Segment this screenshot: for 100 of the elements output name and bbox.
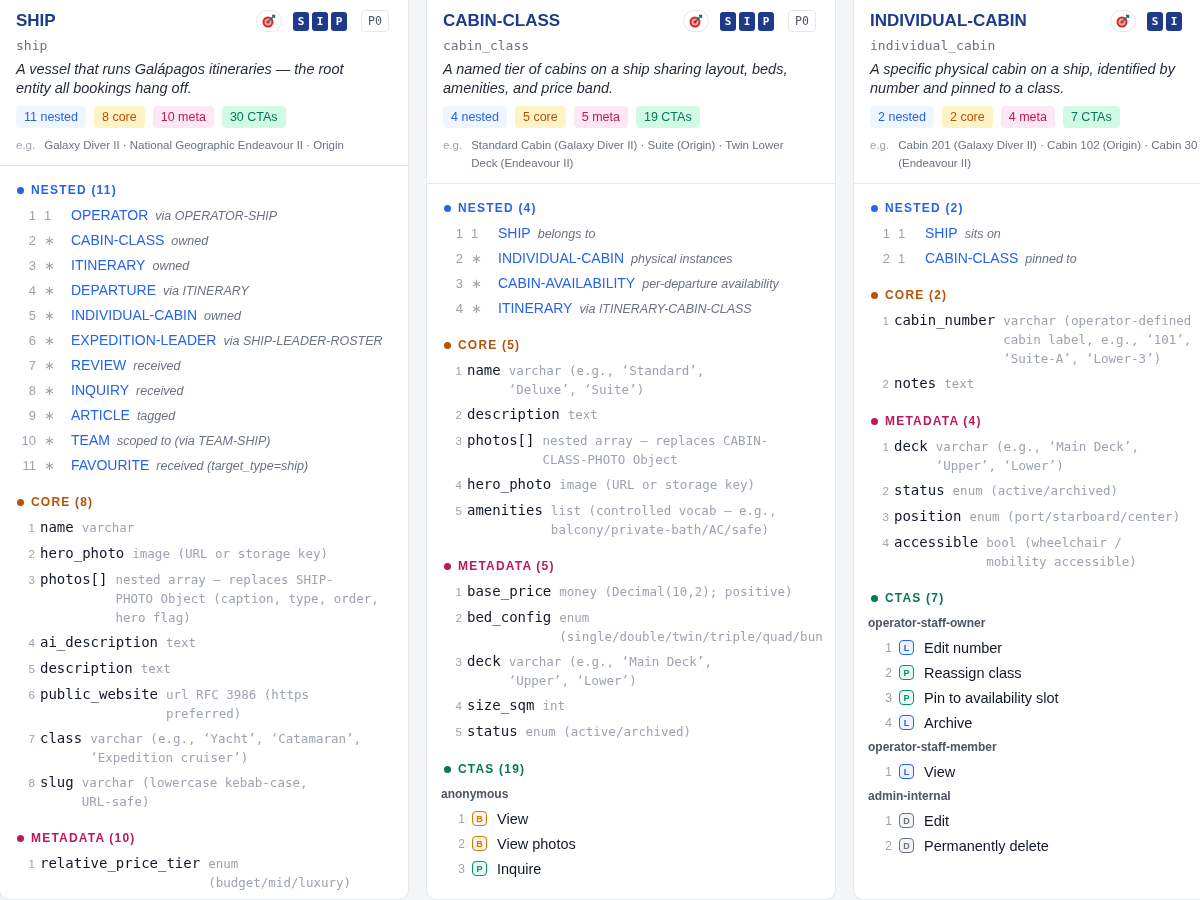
relation-text: owned bbox=[152, 258, 190, 275]
row-number: 5 bbox=[27, 662, 35, 677]
cta-badge: P bbox=[472, 861, 487, 876]
target-button[interactable] bbox=[683, 10, 709, 32]
entity-description: A named tier of cabins on a ship sharing layout, beds, amenities, and price band. bbox=[443, 60, 788, 98]
cta-label: Permanently delete bbox=[924, 837, 1049, 854]
section-heading: CORE (5) bbox=[458, 338, 521, 352]
section-heading: CORE (2) bbox=[885, 288, 948, 302]
example-text: Galaxy Diver II · National Geographic Endeavour II · Origin bbox=[44, 138, 344, 153]
section-heading: CTAS (19) bbox=[458, 762, 526, 776]
row-number: 2 bbox=[27, 547, 35, 562]
field-name: accessible bbox=[894, 533, 979, 552]
row-number: 8 bbox=[27, 382, 36, 400]
entity-link[interactable]: FAVOURITE bbox=[71, 453, 150, 478]
entity-link[interactable]: ITINERARY bbox=[498, 296, 573, 321]
row-number: 1 bbox=[457, 811, 465, 826]
entity-link[interactable]: ARTICLE bbox=[71, 403, 130, 428]
entity-link[interactable]: OPERATOR bbox=[71, 203, 149, 228]
entity-link[interactable]: SHIP bbox=[925, 221, 958, 246]
count-tag: 5 meta bbox=[573, 106, 628, 128]
row-number: 1 bbox=[27, 857, 35, 872]
row-number: 2 bbox=[884, 838, 892, 853]
cta-badge: L bbox=[899, 764, 914, 779]
relation-text: sits on bbox=[964, 226, 1001, 243]
cardinality: ∗ bbox=[44, 307, 56, 325]
entity-code: cabin_class bbox=[443, 38, 530, 53]
row-number: 1 bbox=[454, 364, 462, 379]
entity-link[interactable]: INQUIRY bbox=[71, 378, 130, 403]
relation-text: via ITINERARY bbox=[163, 283, 249, 300]
relation-text: received bbox=[133, 358, 181, 375]
row-number: 4 bbox=[884, 715, 892, 730]
field-name: public_website bbox=[40, 685, 158, 704]
cta-label: Edit bbox=[924, 812, 949, 829]
cta-label: View bbox=[924, 763, 956, 780]
cta-label: Archive bbox=[924, 714, 973, 731]
section-heading: CORE (8) bbox=[31, 495, 94, 509]
entity-link[interactable]: ITINERARY bbox=[71, 253, 146, 278]
section-dot-icon bbox=[17, 834, 24, 842]
row-number: 2 bbox=[881, 484, 889, 499]
section-dot-icon bbox=[444, 765, 451, 773]
count-tag: 19 CTAs bbox=[635, 106, 700, 128]
field-type: text bbox=[140, 660, 171, 678]
entity-link[interactable]: CABIN-CLASS bbox=[71, 228, 165, 253]
entity-link[interactable]: SHIP bbox=[498, 221, 531, 246]
cardinality: ∗ bbox=[471, 300, 483, 318]
field-name: photos[] bbox=[467, 431, 535, 450]
row-number: 6 bbox=[27, 332, 36, 350]
field-type: varchar (e.g., ‘Standard’, ‘Deluxe’, ‘Suite’) bbox=[508, 362, 705, 399]
row-number: 11 bbox=[21, 457, 36, 475]
section-heading: METADATA (10) bbox=[31, 831, 136, 845]
cardinality: 1 bbox=[898, 250, 907, 268]
target-button[interactable] bbox=[256, 10, 282, 32]
entity-link[interactable]: REVIEW bbox=[71, 353, 127, 378]
entity-link[interactable]: EXPEDITION-LEADER bbox=[71, 328, 217, 353]
cardinality: ∗ bbox=[471, 250, 483, 268]
letter-badge: I bbox=[312, 11, 328, 31]
entity-link[interactable]: INDIVIDUAL-CABIN bbox=[71, 303, 198, 328]
cardinality: ∗ bbox=[44, 282, 56, 300]
entity-link[interactable]: DEPARTURE bbox=[71, 278, 157, 303]
relation-text: scoped to (via TEAM-SHIP) bbox=[116, 433, 271, 450]
cta-badge: L bbox=[899, 715, 914, 730]
row-number: 3 bbox=[454, 655, 462, 670]
field-name: name bbox=[40, 518, 74, 537]
field-type: enum (single/double/twin/triple/quad/bun bbox=[559, 609, 823, 646]
row-number: 4 bbox=[27, 282, 36, 300]
row-number: 5 bbox=[454, 725, 462, 740]
entity-link[interactable]: CABIN-AVAILABILITY bbox=[498, 271, 636, 296]
field-type: enum (port/starboard/center) bbox=[969, 508, 1181, 526]
field-name: relative_price_tier bbox=[40, 854, 201, 873]
cardinality: ∗ bbox=[44, 257, 56, 275]
cta-label: View photos bbox=[497, 835, 576, 852]
field-name: description bbox=[467, 405, 560, 424]
row-number: 4 bbox=[454, 478, 462, 493]
role-label: operator-staff-member bbox=[868, 739, 997, 756]
field-name: photos[] bbox=[40, 570, 108, 589]
relation-text: owned bbox=[171, 233, 209, 250]
priority-badge: P0 bbox=[788, 10, 816, 32]
relation-text: received (target_type=ship) bbox=[156, 458, 309, 475]
entity-link[interactable]: CABIN-CLASS bbox=[925, 246, 1019, 271]
entity-link[interactable]: TEAM bbox=[71, 428, 110, 453]
section-heading: NESTED (2) bbox=[885, 201, 964, 215]
entity-title: INDIVIDUAL-CABIN bbox=[870, 11, 1028, 31]
field-name: bed_config bbox=[467, 608, 552, 627]
field-name: amenities bbox=[467, 501, 543, 520]
field-name: description bbox=[40, 659, 133, 678]
section-dot-icon bbox=[17, 498, 24, 506]
row-number: 1 bbox=[454, 585, 462, 600]
row-number: 3 bbox=[457, 861, 465, 876]
count-tag: 11 nested bbox=[16, 106, 86, 128]
row-number: 3 bbox=[27, 573, 35, 588]
cardinality: ∗ bbox=[44, 382, 56, 400]
cardinality: ∗ bbox=[471, 275, 483, 293]
field-type: image (URL or storage key) bbox=[559, 476, 755, 494]
letter-badge: I bbox=[1166, 11, 1182, 31]
entity-description: A specific physical cabin on a ship, identified by number and pinned to a class. bbox=[870, 60, 1175, 98]
row-number: 6 bbox=[27, 688, 35, 703]
target-button[interactable] bbox=[1110, 10, 1136, 32]
entity-link[interactable]: INDIVIDUAL-CABIN bbox=[498, 246, 625, 271]
row-number: 4 bbox=[454, 300, 463, 318]
field-name: class bbox=[40, 729, 83, 748]
